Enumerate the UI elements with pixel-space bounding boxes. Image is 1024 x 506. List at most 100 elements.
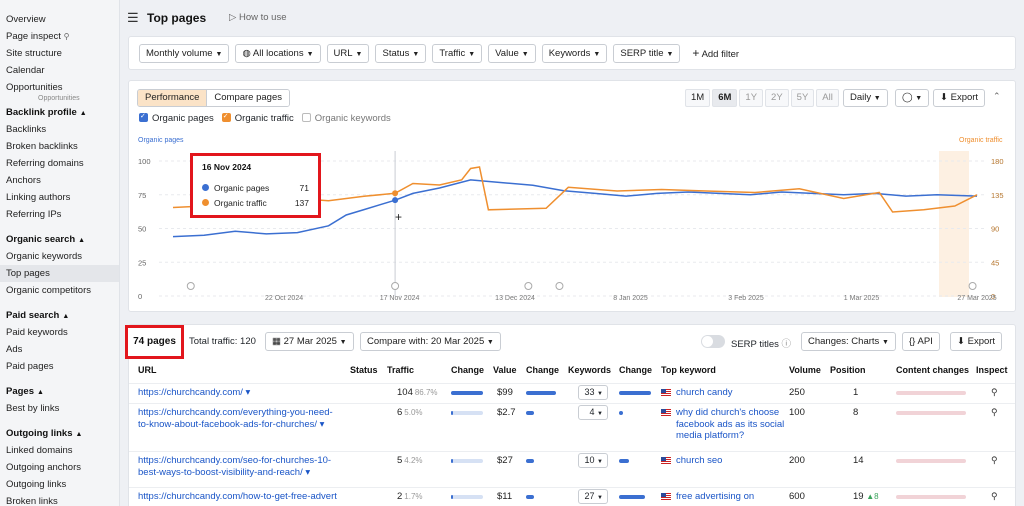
sidebar-item-broken-links[interactable]: Broken links [0,493,119,506]
filter-value[interactable]: Value ▼ [488,43,536,63]
row-url-link[interactable]: https://churchcandy.com/seo-for-churches… [138,455,343,478]
serp-titles-label: SERP titles ⓘ [731,336,791,350]
changes-select[interactable]: Changes: Charts ▼ [801,332,896,351]
keywords-change-bar [619,459,629,463]
sidebar-group-outgoing-links[interactable]: Outgoing links ▲ [0,425,119,442]
filter-keywords[interactable]: Keywords ▼ [541,43,608,63]
sidebar-item-broken-backlinks[interactable]: Broken backlinks [0,138,119,155]
row-url-link[interactable]: https://churchcandy.com/everything-you-n… [138,407,343,430]
row-traffic: 2 1.7% [397,491,423,502]
sidebar-item-organic-keywords[interactable]: Organic keywords [0,248,119,265]
how-to-use-link[interactable]: ▷ How to use [229,12,286,23]
annotation-marker [391,282,400,290]
sidebar-item-organic-competitors[interactable]: Organic competitors [0,282,119,299]
chevron-down-icon: ▼ [339,339,347,346]
row-url-link[interactable]: https://churchcandy.com/ ▾ [138,387,343,399]
sidebar-item-best-by-links[interactable]: Best by links [0,400,119,417]
sidebar-group-paid-search[interactable]: Paid search ▲ [0,307,119,324]
y-tick-left: 50 [138,225,146,234]
compare-select[interactable]: Compare with: 20 Mar 2025 ▼ [360,332,501,351]
filter-traffic[interactable]: Traffic ▼ [432,43,483,63]
row-keywords-select[interactable]: 10 ▼ [578,453,608,468]
filter-label: Traffic [439,47,466,59]
col-top-keyword[interactable]: Top keyword [661,365,716,375]
filter-monthly-volume[interactable]: Monthly volume ▼ [139,43,230,63]
group-title: Backlink profile [6,107,77,118]
help-icon: ⓘ [781,339,792,350]
traffic-percent: 4.2% [404,456,423,465]
content-changes-bar[interactable] [896,411,966,415]
row-keywords-select[interactable]: 33 ▼ [578,385,608,400]
row-keywords-select[interactable]: 27 ▼ [578,489,608,504]
content-changes-bar[interactable] [896,391,966,395]
sidebar-item-calendar[interactable]: Calendar [0,62,119,79]
us-flag-icon [661,409,671,416]
chevron-down-icon: ▼ [486,339,494,346]
filter-locations[interactable]: ◍ All locations ▼ [235,43,321,63]
filter-url[interactable]: URL ▼ [326,43,370,63]
sidebar-item-opportunities[interactable]: Opportunities [0,79,119,96]
api-button[interactable]: {} API [902,332,940,351]
inspect-icon[interactable]: ⚲ [991,387,998,398]
col-value-change[interactable]: Change [526,365,559,375]
sidebar-group-organic-search[interactable]: Organic search ▲ [0,231,119,248]
date-select[interactable]: ▦ 27 Mar 2025 ▼ [265,332,354,351]
serp-titles-toggle[interactable] [701,335,725,348]
col-content-changes[interactable]: Content changes [896,365,969,375]
col-traffic-change[interactable]: Change [451,365,484,375]
col-position[interactable]: Position [830,365,866,375]
sidebar-item-paid-pages[interactable]: Paid pages [0,358,119,375]
row-traffic: 104 86.7% [397,387,438,398]
col-keywords[interactable]: Keywords [568,365,611,375]
download-icon: ⬇ [957,336,965,347]
content-changes-bar[interactable] [896,495,966,499]
sidebar-item-top-pages[interactable]: Top pages [0,265,119,282]
sidebar-item-ads[interactable]: Ads [0,341,119,358]
row-divider [129,451,1015,452]
sidebar-item-outgoing-anchors[interactable]: Outgoing anchors [0,459,119,476]
col-keywords-change[interactable]: Change [619,365,652,375]
table-export-button[interactable]: ⬇ Export [950,332,1003,351]
content-changes-bar[interactable] [896,459,966,463]
sidebar-item-linking-authors[interactable]: Linking authors [0,189,119,206]
sidebar-item-paid-keywords[interactable]: Paid keywords [0,324,119,341]
row-top-keyword[interactable]: why did church's choose facebook ads as … [676,407,791,442]
inspect-icon[interactable]: ⚲ [991,491,998,502]
menu-icon[interactable]: ☰ [127,10,139,26]
sidebar-item-backlinks[interactable]: Backlinks [0,121,119,138]
col-traffic[interactable]: Traffic [387,365,414,375]
row-top-keyword[interactable]: free advertising on [676,491,791,503]
sidebar-item-outgoing-links[interactable]: Outgoing links [0,476,119,493]
col-volume[interactable]: Volume [789,365,821,375]
row-top-keyword[interactable]: church candy [676,387,791,399]
group-title: Organic search [6,234,76,245]
sidebar-item-referring-domains[interactable]: Referring domains [0,155,119,172]
row-url-link[interactable]: https://churchcandy.com/how-to-get-free-… [138,491,343,503]
row-keywords-select[interactable]: 4 ▼ [578,405,608,420]
tooltip-value: 71 [299,182,309,193]
sidebar-item-anchors[interactable]: Anchors [0,172,119,189]
col-value[interactable]: Value [493,365,517,375]
traffic-change-bar [451,459,453,463]
col-url[interactable]: URL [138,365,157,375]
sidebar-item-page-inspect[interactable]: Page inspect ⚲ [0,28,119,45]
row-top-keyword[interactable]: church seo [676,455,791,467]
row-value: $27 [497,455,513,466]
filter-serp-title[interactable]: SERP title ▼ [613,43,681,63]
col-status[interactable]: Status [350,365,378,375]
sidebar-item-overview[interactable]: Overview [0,11,119,28]
sidebar-item-referring-ips[interactable]: Referring IPs [0,206,119,223]
sidebar-group-pages[interactable]: Pages ▲ [0,383,119,400]
row-value: $11 [497,491,513,502]
inspect-icon[interactable]: ⚲ [991,407,998,418]
sidebar-group-backlink-profile[interactable]: Backlink profile ▲ [0,104,119,121]
sidebar-item-site-structure[interactable]: Site structure [0,45,119,62]
value-change-bar [526,391,556,395]
add-filter-button[interactable]: + Add filter [692,46,739,60]
row-volume: 100 [789,407,805,418]
sidebar-item-linked-domains[interactable]: Linked domains [0,442,119,459]
inspect-icon[interactable]: ⚲ [991,455,998,466]
filter-status[interactable]: Status ▼ [375,43,427,63]
chevron-down-icon: ▼ [597,459,603,465]
col-inspect[interactable]: Inspect [976,365,1008,375]
